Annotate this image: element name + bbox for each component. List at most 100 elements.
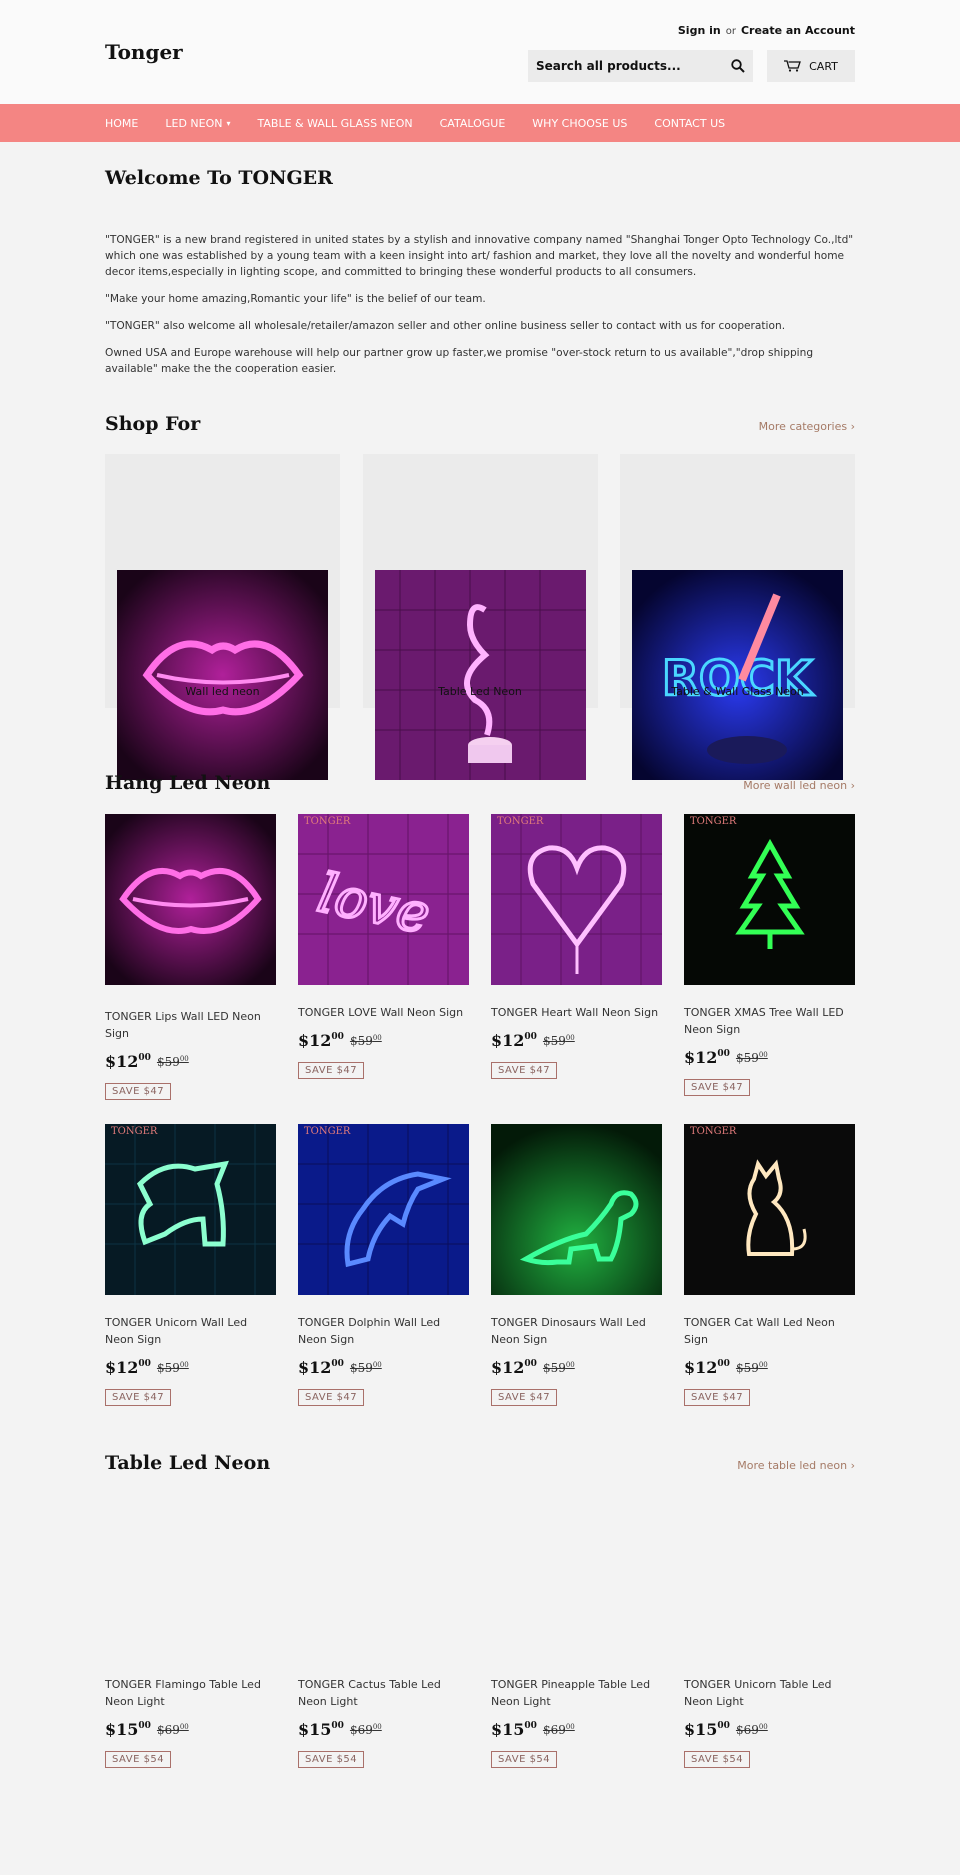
product-price: $1200 $5900 — [105, 1052, 276, 1071]
product-card[interactable]: TONGER TONGER Heart Wall Neon Sign $1200… — [491, 814, 662, 1100]
price-current: $12 — [684, 1358, 718, 1377]
product-title[interactable]: TONGER Flamingo Table Led Neon Light — [105, 1676, 276, 1710]
product-title[interactable]: TONGER Dolphin Wall Led Neon Sign — [298, 1314, 469, 1348]
nav-led-neon[interactable]: LED NEON ▾ — [165, 117, 230, 130]
more-wall-link[interactable]: More wall led neon › — [743, 779, 855, 792]
product-price: $1200 $5900 — [298, 1031, 469, 1050]
price-cents: 00 — [717, 1359, 730, 1369]
price-was: $59 — [542, 1034, 566, 1048]
product-title[interactable]: TONGER Cat Wall Led Neon Sign — [684, 1314, 855, 1348]
cat-neon-image: TONGER — [684, 1124, 855, 1295]
product-card[interactable]: TONGER TONGER Cat Wall Led Neon Sign $12… — [684, 1124, 855, 1406]
nav-contact-us[interactable]: CONTACT US — [654, 117, 725, 130]
nav-why-choose-us[interactable]: WHY CHOOSE US — [532, 117, 627, 130]
nav-home[interactable]: HOME — [105, 117, 138, 130]
chevron-down-icon: ▾ — [226, 118, 231, 128]
main-content: Welcome To TONGER "TONGER" is a new bran… — [105, 167, 855, 1792]
main-nav: HOME LED NEON ▾ TABLE & WALL GLASS NEON C… — [0, 104, 960, 142]
product-image-placeholder — [105, 1486, 276, 1657]
brand-watermark: TONGER — [304, 816, 351, 827]
price-cents: 00 — [524, 1032, 537, 1042]
more-categories-link[interactable]: More categories › — [759, 420, 855, 433]
hang-header: Hang Led Neon More wall led neon › — [105, 772, 855, 794]
hang-title: Hang Led Neon — [105, 772, 271, 794]
product-card[interactable]: TONGER Pineapple Table Led Neon Light $1… — [491, 1486, 662, 1768]
product-price: $1500 $6900 — [684, 1720, 855, 1739]
price-current: $12 — [105, 1052, 139, 1071]
site-header: Tonger Sign in or Create an Account Search… — [0, 0, 960, 104]
product-title[interactable]: TONGER XMAS Tree Wall LED Neon Sign — [684, 1004, 855, 1038]
price-cents: 00 — [138, 1359, 151, 1369]
product-card[interactable]: TONGER TONGER XMAS Tree Wall LED Neon Si… — [684, 814, 855, 1100]
more-table-link[interactable]: More table led neon › — [737, 1459, 855, 1472]
category-label: Wall led neon — [185, 685, 260, 698]
product-title[interactable]: TONGER LOVE Wall Neon Sign — [298, 1004, 469, 1021]
category-card-table[interactable]: Table Led Neon — [362, 454, 598, 780]
price-was-cents: 00 — [565, 1723, 575, 1731]
product-title[interactable]: TONGER Lips Wall LED Neon Sign — [105, 1008, 276, 1042]
cart-button[interactable]: CART — [767, 50, 855, 82]
create-account-link[interactable]: Create an Account — [741, 24, 855, 37]
price-current: $12 — [684, 1048, 718, 1067]
price-current: $15 — [298, 1720, 332, 1739]
search-placeholder: Search all products... — [536, 59, 681, 73]
sign-in-link[interactable]: Sign in — [678, 24, 721, 37]
price-current: $15 — [684, 1720, 718, 1739]
welcome-paragraph: "TONGER" also welcome all wholesale/reta… — [105, 320, 786, 332]
product-card[interactable]: TONGER Unicorn Table Led Neon Light $15 0… — [684, 1486, 855, 1768]
heart-neon-image: TONGER — [491, 814, 662, 985]
welcome-paragraph: Owned USA and Europe warehouse will help… — [105, 347, 814, 375]
or-text: or — [725, 26, 736, 37]
product-title[interactable]: TONGER Unicorn Table Led Neon Light — [684, 1676, 855, 1710]
price-cents: 00 — [331, 1032, 344, 1042]
product-title[interactable]: TONGER Cactus Table Led Neon Light — [298, 1676, 469, 1710]
product-price: $1200 $5900 — [684, 1048, 855, 1067]
price-current: $12 — [491, 1358, 525, 1377]
category-card-glass[interactable]: ROCK Table & Wall Glass Neon — [620, 454, 855, 780]
product-price: $1200 $5900 — [491, 1031, 662, 1050]
cat-neon-graphic — [684, 1124, 855, 1295]
love-neon-graphic: love — [298, 814, 469, 985]
search-icon[interactable] — [723, 59, 753, 73]
brand-watermark: TONGER — [111, 1126, 158, 1137]
price-was: $69 — [156, 1723, 180, 1737]
price-cents: 00 — [524, 1721, 537, 1731]
brand-watermark: TONGER — [690, 1126, 737, 1137]
product-card[interactable]: TONGER Cactus Table Led Neon Light $15 00… — [298, 1486, 469, 1768]
product-title[interactable]: TONGER Heart Wall Neon Sign — [491, 1004, 662, 1021]
price-was-cents: 00 — [372, 1361, 382, 1369]
product-title[interactable]: TONGER Unicorn Wall Led Neon Sign — [105, 1314, 276, 1348]
product-card[interactable]: TONGER TONGER Unicorn Wall Led Neon Sign… — [105, 1124, 276, 1406]
search-input[interactable]: Search all products... — [528, 50, 753, 82]
product-title[interactable]: TONGER Pineapple Table Led Neon Light — [491, 1676, 662, 1710]
product-card[interactable]: TONGER Flamingo Table Led Neon Light $15… — [105, 1486, 276, 1768]
price-was: $59 — [542, 1361, 566, 1375]
heart-neon-graphic — [491, 814, 662, 985]
shop-for-header: Shop For More categories › — [105, 413, 855, 435]
unicorn-neon-graphic — [105, 1124, 276, 1295]
price-was: $59 — [156, 1055, 180, 1069]
cart-label: CART — [809, 59, 838, 73]
product-card[interactable]: TONGER TONGER Dolphin Wall Led Neon Sign… — [298, 1124, 469, 1406]
lips-neon-image — [117, 570, 328, 780]
product-card[interactable]: TONGER Lips Wall LED Neon Sign $1200 $590… — [105, 814, 276, 1100]
price-was-cents: 00 — [758, 1051, 768, 1059]
category-card-wall[interactable]: Wall led neon — [105, 454, 340, 780]
price-current: $12 — [298, 1031, 332, 1050]
price-current: $12 — [105, 1358, 139, 1377]
price-was-cents: 00 — [758, 1723, 768, 1731]
product-title[interactable]: TONGER Dinosaurs Wall Led Neon Sign — [491, 1314, 662, 1348]
nav-catalogue[interactable]: CATALOGUE — [440, 117, 506, 130]
nav-table-wall-glass-neon[interactable]: TABLE & WALL GLASS NEON — [258, 117, 413, 130]
save-badge: SAVE $47 — [684, 1389, 751, 1406]
product-card[interactable]: TONGER Dinosaurs Wall Led Neon Sign $120… — [491, 1124, 662, 1406]
price-was-cents: 00 — [179, 1361, 189, 1369]
price-was-cents: 00 — [372, 1723, 382, 1731]
table-header: Table Led Neon More table led neon › — [105, 1452, 855, 1474]
product-price: $1500 $6900 — [105, 1720, 276, 1739]
dolphin-neon-image: TONGER — [298, 1124, 469, 1295]
product-card[interactable]: love TONGER TONGER LOVE Wall Neon Sign $… — [298, 814, 469, 1100]
product-image-placeholder — [491, 1486, 662, 1657]
price-was-cents: 00 — [758, 1361, 768, 1369]
store-logo[interactable]: Tonger — [105, 40, 183, 64]
